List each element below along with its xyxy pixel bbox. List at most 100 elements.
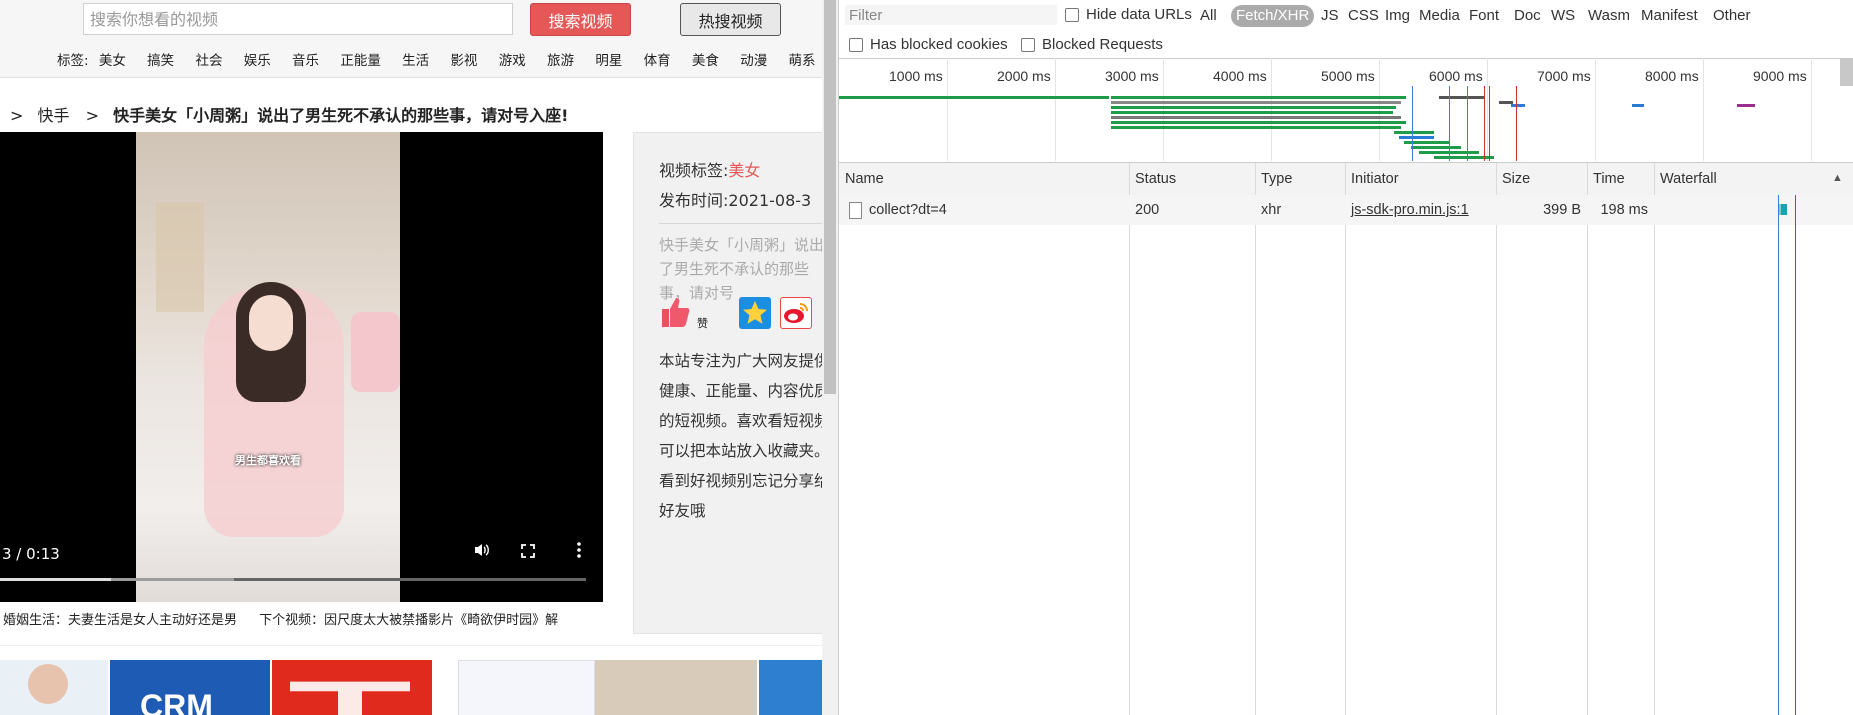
sort-ascending-icon[interactable]: ▲	[1832, 172, 1843, 184]
dom-content-loaded-line	[1449, 86, 1450, 161]
tag-link[interactable]: 体育	[644, 53, 671, 69]
request-name: collect?dt=4	[869, 202, 947, 218]
tag-link[interactable]: 萌系	[789, 53, 816, 69]
filter-input[interactable]	[845, 5, 1057, 25]
tag-link[interactable]: 正能量	[340, 53, 381, 69]
filter-media[interactable]: Media	[1415, 5, 1464, 27]
column-header-type[interactable]: Type	[1255, 163, 1345, 195]
publish-date: 2021-08-3	[728, 191, 812, 210]
overview-request-bar	[1394, 131, 1434, 134]
overview-grid-line	[1271, 58, 1272, 161]
hide-data-urls-checkbox[interactable]: Hide data URLs	[1065, 6, 1192, 23]
column-divider[interactable]	[1345, 163, 1346, 715]
request-size: 399 B	[1543, 202, 1581, 218]
ad-banner[interactable]: CRM	[110, 660, 270, 715]
video-progress-bar[interactable]	[0, 578, 586, 581]
column-divider[interactable]	[1129, 163, 1130, 715]
tag-link[interactable]: 动漫	[740, 53, 767, 69]
overview-grid-line	[1811, 58, 1812, 161]
overview-grid-line	[1163, 58, 1164, 161]
column-header-status[interactable]: Status	[1129, 163, 1255, 195]
load-event-line	[1516, 86, 1517, 161]
tag-link[interactable]: 音乐	[292, 53, 319, 69]
column-divider[interactable]	[1255, 163, 1256, 715]
tag-link[interactable]: 美女	[99, 53, 126, 69]
column-header-name[interactable]: Name	[839, 163, 1129, 195]
column-header-time[interactable]: Time	[1587, 163, 1654, 195]
video-tag-link[interactable]: 美女	[728, 161, 760, 180]
breadcrumb-item[interactable]: 快手	[38, 106, 70, 125]
column-header-initiator[interactable]: Initiator	[1345, 163, 1496, 195]
search-button[interactable]: 搜索视频	[530, 3, 631, 36]
overview-request-bar	[1511, 104, 1525, 107]
column-divider[interactable]	[1654, 163, 1655, 715]
tag-link[interactable]: 游戏	[499, 53, 526, 69]
load-event-line	[1795, 195, 1796, 715]
column-header-size[interactable]: Size	[1496, 163, 1587, 195]
tag-link[interactable]: 明星	[595, 53, 622, 69]
volume-icon[interactable]	[469, 540, 495, 566]
filter-wasm[interactable]: Wasm	[1584, 5, 1634, 27]
requests-table-header: Name Status Type Initiator Size Time Wat…	[839, 163, 1853, 196]
network-overview[interactable]: 1000 ms 2000 ms 3000 ms 4000 ms 5000 ms …	[839, 58, 1853, 163]
overview-request-bar	[1434, 156, 1494, 159]
fullscreen-icon[interactable]	[515, 540, 541, 566]
column-divider[interactable]	[1587, 163, 1588, 715]
site-header: 搜索视频 热搜视频 标签: 美女 搞笑 社会 娱乐 音乐 正能量 生活 影视 游…	[0, 0, 822, 78]
video-player[interactable]: 男生都喜欢看 3 / 0:13	[0, 132, 603, 602]
prev-video-link[interactable]: 婚姻生活：夫妻生活是女人主动好还是男	[3, 613, 237, 628]
tag-link[interactable]: 搞笑	[147, 53, 174, 69]
ad-banner[interactable]	[0, 660, 108, 715]
breadcrumb-separator: >	[10, 106, 24, 125]
filter-css[interactable]: CSS	[1344, 5, 1383, 27]
devtools-network-panel: Hide data URLs All Fetch/XHR JS CSS Img …	[838, 0, 1853, 715]
ad-banner[interactable]	[272, 660, 432, 715]
tag-link[interactable]: 娱乐	[244, 53, 271, 69]
tag-link[interactable]: 影视	[450, 53, 477, 69]
filter-fetch-xhr[interactable]: Fetch/XHR	[1231, 5, 1315, 27]
filter-manifest[interactable]: Manifest	[1637, 5, 1702, 27]
tag-link[interactable]: 生活	[402, 53, 429, 69]
overview-scrollbar[interactable]	[1840, 58, 1853, 86]
overview-request-bar	[1111, 111, 1393, 114]
filter-all[interactable]: All	[1196, 5, 1221, 27]
checkbox-label: Hide data URLs	[1086, 6, 1192, 23]
hot-videos-button[interactable]: 热搜视频	[680, 3, 781, 36]
request-time: 198 ms	[1600, 202, 1648, 218]
weibo-icon[interactable]	[780, 297, 812, 329]
column-divider[interactable]	[1496, 163, 1497, 715]
ad-banner[interactable]	[458, 660, 595, 715]
next-video-link[interactable]: 下个视频：因尺度太大被禁播影片《畸欲伊时园》解	[259, 613, 558, 628]
overview-tick-label: 5000 ms	[1321, 68, 1375, 84]
filter-js[interactable]: JS	[1317, 5, 1343, 27]
blocked-requests-checkbox[interactable]: Blocked Requests	[1021, 36, 1163, 53]
filter-ws[interactable]: WS	[1547, 5, 1579, 27]
load-event-line	[1484, 86, 1485, 161]
has-blocked-cookies-checkbox[interactable]: Has blocked cookies	[849, 36, 1008, 53]
request-type: xhr	[1261, 202, 1282, 218]
search-input[interactable]	[83, 3, 513, 35]
overview-request-bar	[1111, 126, 1401, 129]
waterfall-download-bar	[1781, 204, 1787, 215]
filter-other[interactable]: Other	[1709, 5, 1755, 27]
filter-font[interactable]: Font	[1465, 5, 1503, 27]
initiator-link[interactable]: js-sdk-pro.min.js:1	[1351, 202, 1469, 218]
tag-link[interactable]: 社会	[195, 53, 222, 69]
more-icon[interactable]	[566, 540, 592, 566]
tag-link[interactable]: 旅游	[547, 53, 574, 69]
filter-doc[interactable]: Doc	[1510, 5, 1545, 27]
tag-link[interactable]: 美食	[692, 53, 719, 69]
overview-tick-label: 9000 ms	[1753, 68, 1807, 84]
ad-banner[interactable]	[759, 660, 822, 715]
column-header-waterfall[interactable]: Waterfall	[1654, 163, 1853, 195]
network-options-bar: Has blocked cookies Blocked Requests	[839, 30, 1853, 59]
table-row[interactable]: collect?dt=4 200 xhr js-sdk-pro.min.js:1…	[839, 195, 1853, 225]
favorite-star-icon[interactable]	[739, 297, 771, 329]
thumbs-up-icon[interactable]	[659, 295, 691, 333]
request-initiator[interactable]: js-sdk-pro.min.js:1	[1351, 195, 1469, 225]
overview-tick-label: 2000 ms	[997, 68, 1051, 84]
ad-banner[interactable]	[595, 660, 757, 715]
page-scrollbar-thumb[interactable]	[824, 0, 836, 394]
related-links: 婚姻生活：夫妻生活是女人主动好还是男 下个视频：因尺度太大被禁播影片《畸欲伊时园…	[3, 609, 576, 628]
filter-img[interactable]: Img	[1381, 5, 1414, 27]
